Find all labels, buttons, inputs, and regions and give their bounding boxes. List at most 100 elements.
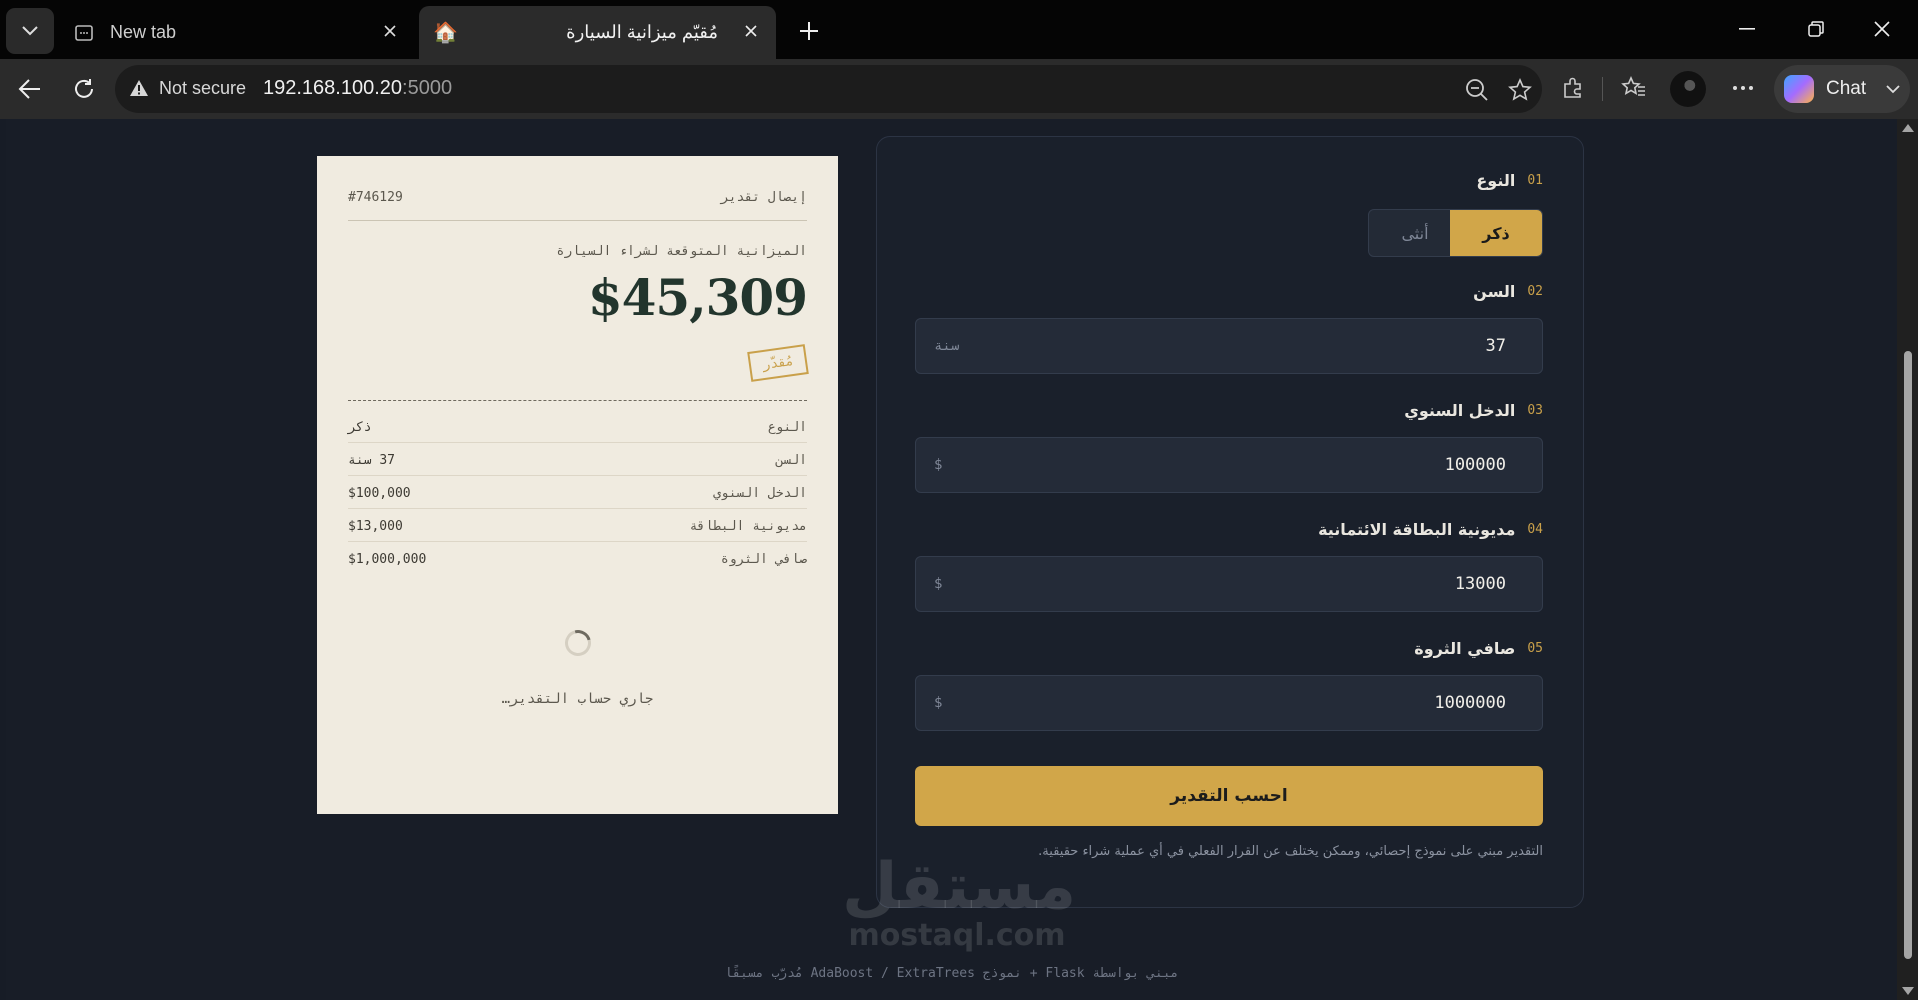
estimate-receipt: #746129 إيصال تقدير الميزانية المتوقعة ل… xyxy=(317,156,838,814)
more-menu-button[interactable] xyxy=(1726,71,1760,105)
estimated-budget-amount: $45,309 xyxy=(587,268,808,327)
field-title: الدخل السنوي xyxy=(1404,401,1516,420)
summary-row-net-worth: صافي الثروة $1,000,000 xyxy=(348,542,807,575)
scrollbar-thumb[interactable] xyxy=(1904,351,1912,959)
chat-label: Chat xyxy=(1826,78,1867,99)
refresh-button[interactable] xyxy=(64,69,104,109)
page-content: #746129 إيصال تقدير الميزانية المتوقعة ل… xyxy=(6,119,1897,1000)
input-value: 100000 xyxy=(1444,455,1506,475)
summary-value: 37 سنة xyxy=(348,453,395,468)
loading-spinner xyxy=(560,625,596,661)
receipt-dashed-divider xyxy=(348,400,807,401)
receipt-id: #746129 xyxy=(348,190,403,205)
disclaimer-text: التقدير مبني على نموذج إحصائي، وممكن يخت… xyxy=(1038,844,1543,859)
summary-row-age: السن 37 سنة xyxy=(348,443,807,476)
watermark-latin: mostaql.com xyxy=(848,918,1066,953)
refresh-icon xyxy=(75,79,93,98)
tab-list-button[interactable] xyxy=(6,8,54,54)
summary-key: مديونية البطاقة xyxy=(689,519,807,534)
calculate-estimate-button[interactable]: احسب التقدير xyxy=(915,766,1543,826)
address-bar[interactable]: Not secure 192.168.100.20:5000 xyxy=(115,65,1542,113)
input-unit: $ xyxy=(934,576,943,592)
receipt-summary-list: النوع ذكر السن 37 سنة الدخل السنوي $100,… xyxy=(348,410,807,575)
summary-row-income: الدخل السنوي $100,000 xyxy=(348,476,807,509)
net-worth-input[interactable]: 1000000 $ xyxy=(915,675,1543,731)
close-tab-icon[interactable] xyxy=(379,20,401,42)
receipt-label: إيصال تقدير xyxy=(720,190,807,205)
annual-income-input[interactable]: 100000 $ xyxy=(915,437,1543,493)
back-button[interactable] xyxy=(10,69,50,109)
browser-tab-bar: New tab 🏠 مُقيّم ميزانية السيارة xyxy=(0,0,1918,59)
copilot-icon xyxy=(1784,75,1814,103)
field-label-income: 03 الدخل السنوي xyxy=(1404,401,1543,420)
favorites-button[interactable] xyxy=(1617,71,1651,105)
zoom-out-icon[interactable] xyxy=(1462,75,1492,105)
field-number: 05 xyxy=(1527,641,1543,656)
restore-icon xyxy=(1808,21,1824,37)
gender-toggle: ذكر أنثى xyxy=(1368,209,1543,257)
url-host: 192.168.100.20 xyxy=(263,77,403,99)
gender-option-female[interactable]: أنثى xyxy=(1369,210,1461,256)
input-unit: $ xyxy=(934,457,943,473)
page-scrollbar[interactable] xyxy=(1897,119,1918,1000)
field-label-gender: 01 النوع xyxy=(1476,171,1543,190)
minimize-button[interactable] xyxy=(1722,10,1772,48)
summary-key: النوع xyxy=(767,420,807,435)
input-value: 13000 xyxy=(1454,574,1506,594)
age-input[interactable]: 37 سنة xyxy=(915,318,1543,374)
copilot-chat-button[interactable]: Chat xyxy=(1774,65,1910,113)
field-number: 01 xyxy=(1527,173,1543,188)
summary-value: $100,000 xyxy=(348,486,411,501)
arrow-left-icon xyxy=(18,79,40,99)
estimated-stamp: مُقدّر xyxy=(747,344,809,382)
summary-value: $13,000 xyxy=(348,519,403,534)
new-tab-page-icon xyxy=(75,24,93,41)
scroll-down-arrow-icon[interactable] xyxy=(1902,987,1914,995)
browser-toolbar: Not secure 192.168.100.20:5000 Chat xyxy=(0,59,1918,119)
new-tab-button[interactable] xyxy=(790,12,828,50)
field-label-net-worth: 05 صافي الثروة xyxy=(1414,639,1543,658)
puzzle-icon xyxy=(1564,77,1581,98)
field-title: السن xyxy=(1473,282,1516,301)
input-value: 1000000 xyxy=(1434,693,1506,713)
favorite-star-icon[interactable] xyxy=(1505,75,1535,105)
field-number: 02 xyxy=(1527,284,1543,299)
tab-car-budget[interactable]: 🏠 مُقيّم ميزانية السيارة xyxy=(419,6,776,59)
chevron-down-icon xyxy=(1886,85,1900,94)
minimize-icon xyxy=(1739,28,1755,30)
field-title: صافي الثروة xyxy=(1414,639,1516,658)
loading-text: جاري حساب التقدير… xyxy=(501,691,654,707)
close-icon xyxy=(1874,21,1890,37)
summary-row-card-debt: مديونية البطاقة $13,000 xyxy=(348,509,807,542)
tab-title: مُقيّم ميزانية السيارة xyxy=(566,22,718,42)
close-tab-icon[interactable] xyxy=(740,20,762,42)
tab-new-tab[interactable]: New tab xyxy=(60,6,415,59)
field-number: 03 xyxy=(1527,403,1543,418)
summary-value: $1,000,000 xyxy=(348,552,427,567)
field-number: 04 xyxy=(1527,522,1543,537)
field-title: مديونية البطاقة الائتمانية xyxy=(1318,520,1516,539)
url-port: :5000 xyxy=(402,77,453,99)
profile-avatar[interactable] xyxy=(1670,71,1706,107)
toolbar-divider xyxy=(1602,77,1603,101)
credit-card-debt-input[interactable]: 13000 $ xyxy=(915,556,1543,612)
scroll-up-arrow-icon[interactable] xyxy=(1902,124,1914,132)
field-label-age: 02 السن xyxy=(1473,282,1543,301)
plus-icon xyxy=(800,22,818,40)
restore-button[interactable] xyxy=(1791,10,1841,48)
summary-key: صافي الثروة xyxy=(720,552,807,567)
page-footer: مبني بواسطة Flask + نموذج AdaBoost / Ext… xyxy=(724,966,1179,981)
warning-icon[interactable] xyxy=(129,79,149,97)
security-status[interactable]: Not secure xyxy=(159,78,246,99)
chevron-down-icon xyxy=(22,26,38,36)
url-text[interactable]: 192.168.100.20:5000 xyxy=(263,77,452,100)
gender-option-male[interactable]: ذكر xyxy=(1450,210,1542,256)
extensions-button[interactable] xyxy=(1556,71,1590,105)
field-label-card-debt: 04 مديونية البطاقة الائتمانية xyxy=(1318,520,1543,539)
mostaql-watermark: مستقل mostaql.com xyxy=(842,855,1076,953)
input-value: 37 xyxy=(1485,336,1506,356)
house-favicon-icon: 🏠 xyxy=(433,22,458,44)
close-window-button[interactable] xyxy=(1857,10,1907,48)
favorites-list-icon xyxy=(1621,76,1645,96)
summary-row-gender: النوع ذكر xyxy=(348,410,807,443)
